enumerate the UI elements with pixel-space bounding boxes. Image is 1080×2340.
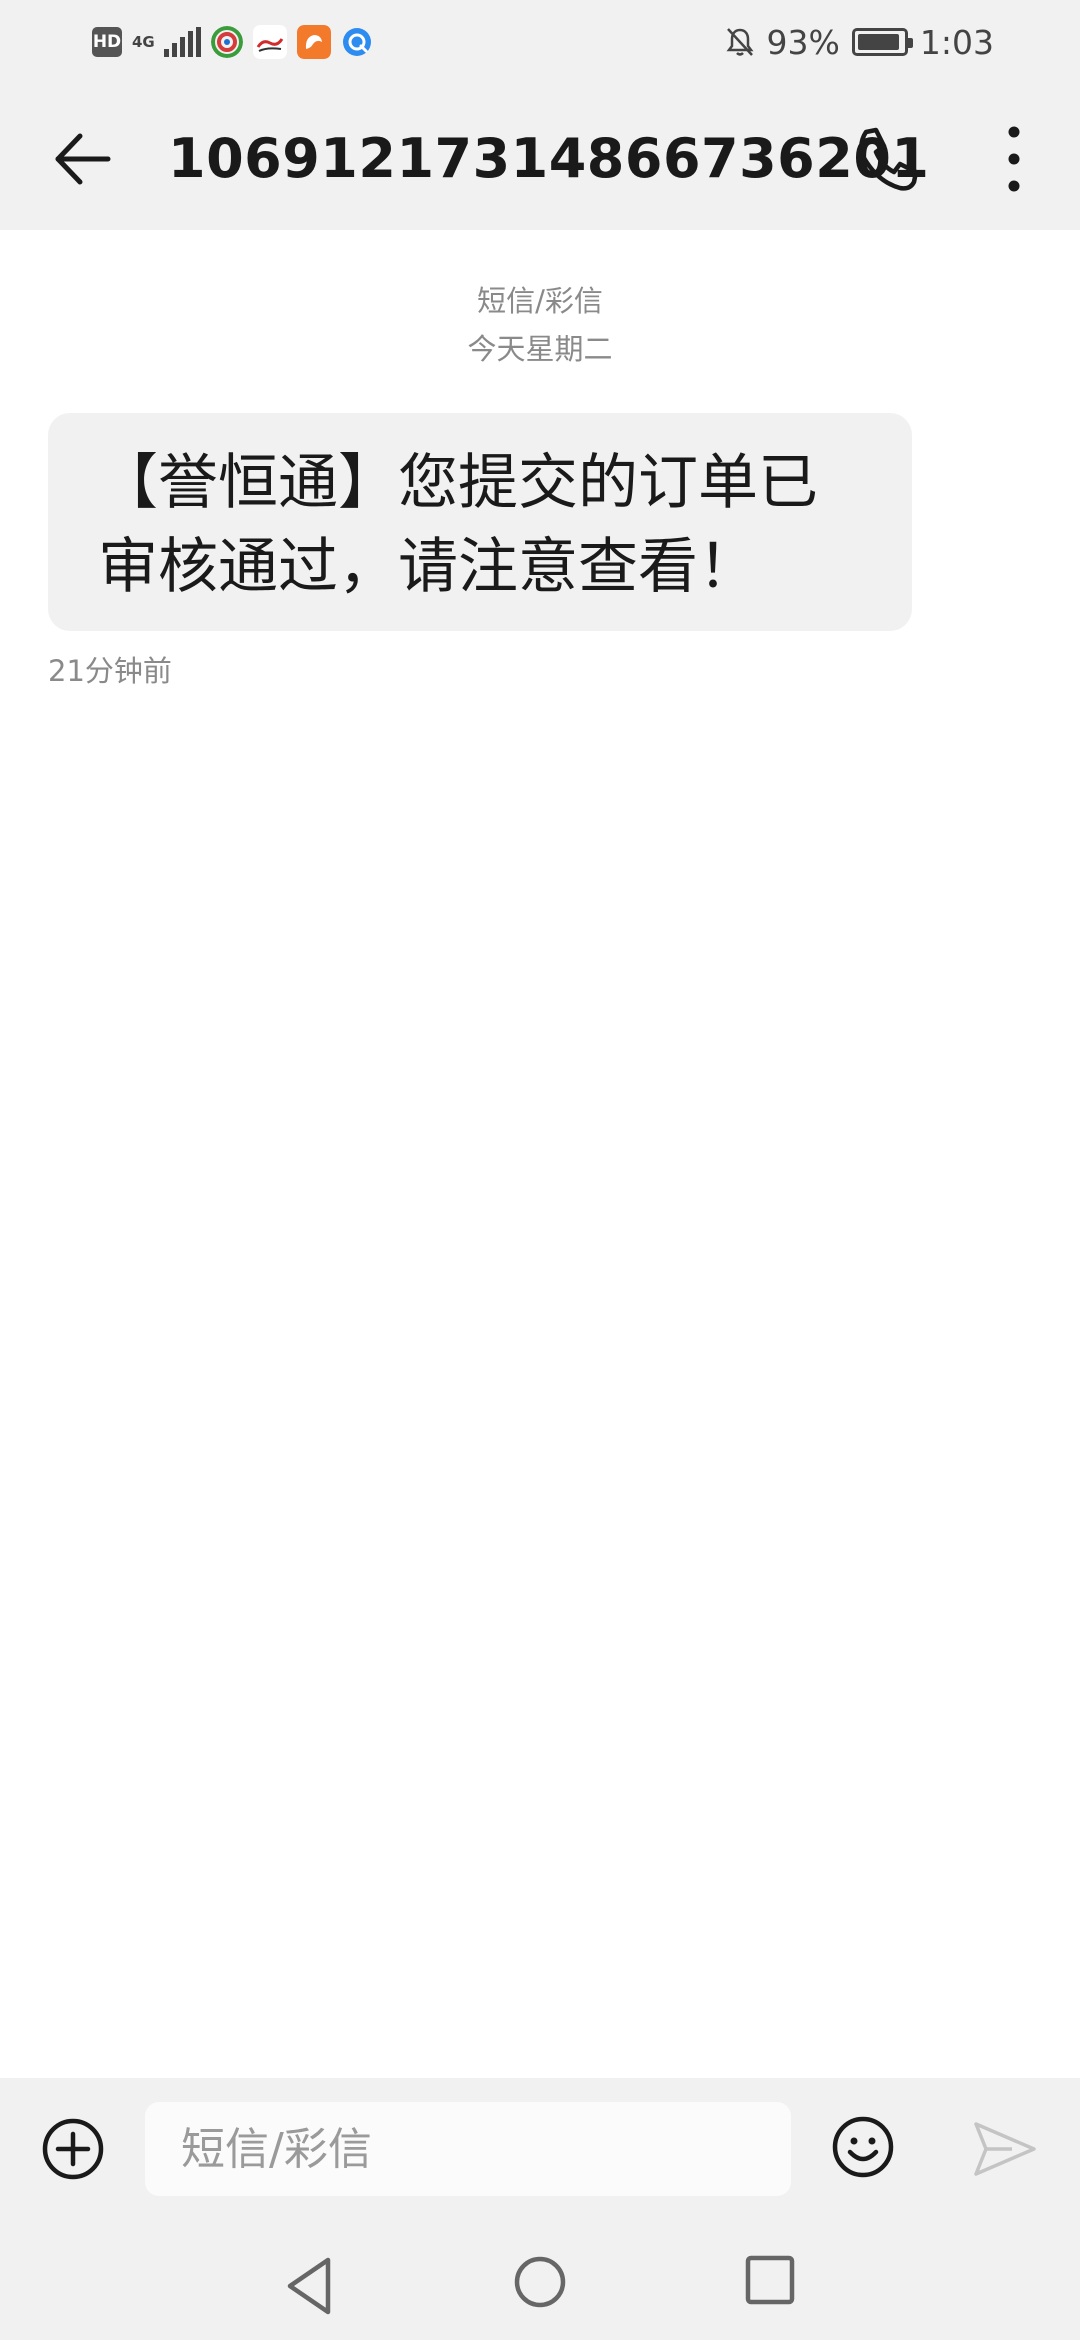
battery-icon xyxy=(851,28,913,56)
signal-icon xyxy=(164,27,201,57)
back-arrow-icon[interactable] xyxy=(50,126,116,192)
status-icons-right: 93% 1:03 xyxy=(725,20,994,64)
message-timestamp: 21分钟前 xyxy=(48,654,172,688)
hd-icon: HD xyxy=(92,27,122,57)
date-label: 今天星期二 xyxy=(467,332,613,366)
composer-bar xyxy=(0,2078,1080,2230)
browser-icon xyxy=(343,28,371,56)
emoji-icon[interactable] xyxy=(830,2114,896,2180)
conversation-header: 10691217314866736201 xyxy=(0,86,1080,230)
nav-back-icon[interactable] xyxy=(282,2254,338,2318)
send-icon[interactable] xyxy=(972,2118,1038,2180)
more-vertical-icon[interactable] xyxy=(990,122,1038,196)
4g-icon: 4G xyxy=(132,33,155,51)
add-circle-icon[interactable] xyxy=(40,2116,106,2182)
status-bar: HD 4G 93% 1:03 xyxy=(0,0,1080,86)
sina-icon xyxy=(253,25,287,59)
message-input[interactable] xyxy=(145,2102,791,2196)
battery-percent: 93% xyxy=(766,22,840,62)
nav-home-icon[interactable] xyxy=(512,2254,568,2310)
contact-number-title: 10691217314866736201 xyxy=(168,127,930,190)
nav-recents-icon[interactable] xyxy=(744,2254,796,2306)
uc-browser-icon xyxy=(297,25,331,59)
app-icon-circle xyxy=(211,26,243,58)
phone-icon[interactable] xyxy=(852,124,922,194)
bell-off-icon xyxy=(726,28,754,56)
status-icons-left: HD 4G xyxy=(92,22,373,62)
message-bubble[interactable]: 【誉恒通】您提交的订单已审核通过，请注意查看！ xyxy=(48,413,912,631)
status-time: 1:03 xyxy=(919,22,994,62)
system-nav-bar xyxy=(0,2230,1080,2340)
channel-label: 短信/彩信 xyxy=(477,284,603,318)
